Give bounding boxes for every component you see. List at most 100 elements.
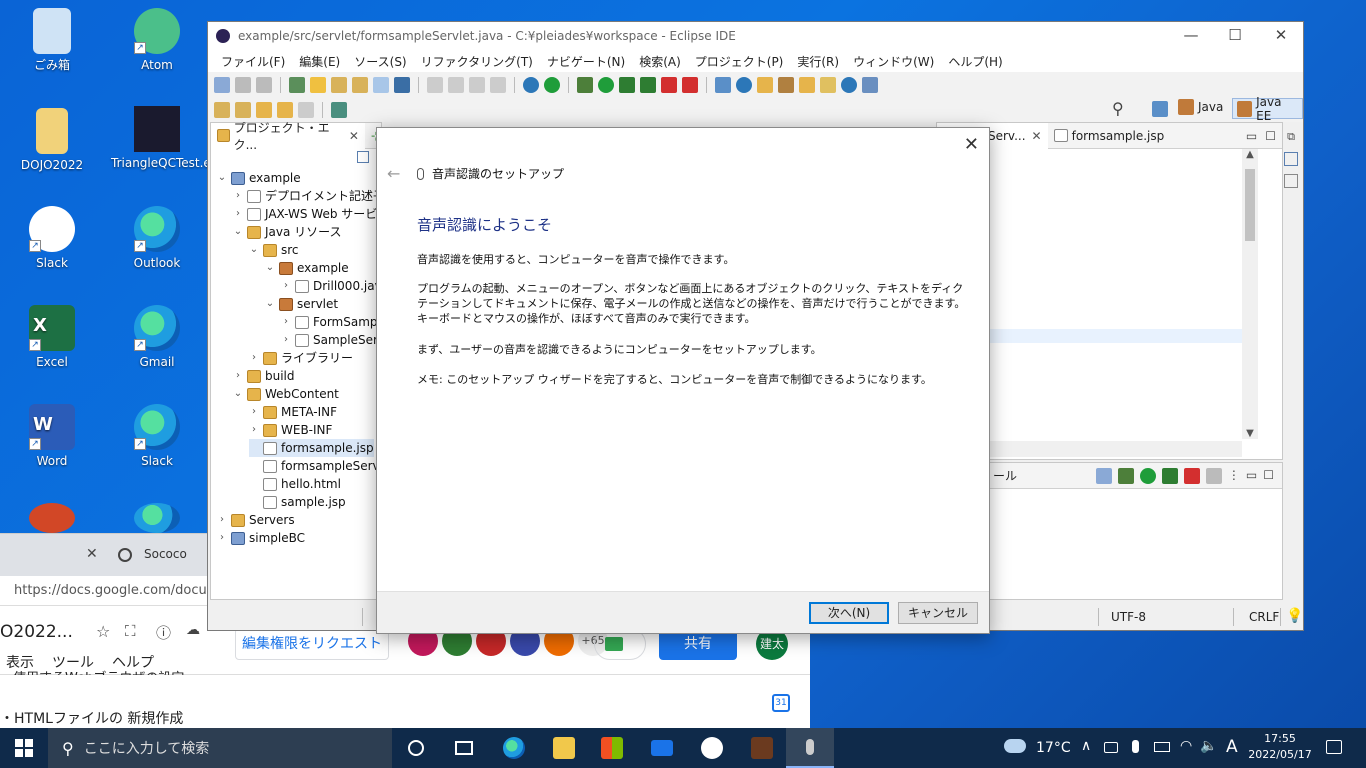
tab-formsample-jsp[interactable]: formsample.jsp <box>1048 129 1171 143</box>
maximize-view-icon[interactable]: ☐ <box>1263 468 1274 484</box>
chevron-right-icon[interactable]: › <box>217 511 227 529</box>
star-icon[interactable]: ☆ <box>96 622 110 641</box>
encoding-status[interactable]: UTF-8 <box>1111 610 1146 624</box>
package-icon[interactable] <box>778 76 794 93</box>
show-whitespace-icon[interactable] <box>373 76 389 93</box>
tree-item[interactable]: › Drill000.java <box>281 277 383 295</box>
dialog-close-icon[interactable]: ✕ <box>964 134 979 155</box>
menu-source[interactable]: ソース(S) <box>347 53 413 70</box>
desktop-icon-recycle-bin[interactable]: ごみ箱 <box>6 8 98 72</box>
tab-close-icon[interactable]: ✕ <box>349 129 359 143</box>
menu-edit[interactable]: 編集(E) <box>292 53 347 70</box>
line-ending-status[interactable]: CRLF <box>1249 610 1279 624</box>
tree-item[interactable]: › Servers <box>217 511 295 529</box>
save-icon[interactable] <box>235 76 251 93</box>
power-icon[interactable] <box>544 76 560 93</box>
menu-help[interactable]: ヘルプ(H) <box>941 53 1009 70</box>
task-list-icon[interactable] <box>1284 174 1298 188</box>
desktop-icon-dojo2022[interactable]: DOJO2022 <box>6 108 98 172</box>
servers-icon[interactable] <box>1095 467 1112 484</box>
desktop-icon-outlook[interactable]: ↗ Outlook <box>111 206 203 270</box>
microphone-icon[interactable] <box>1132 740 1139 753</box>
stop-icon[interactable] <box>1183 467 1200 484</box>
terminate-icon[interactable] <box>490 76 506 93</box>
console-icon[interactable] <box>394 76 410 93</box>
start-icon[interactable] <box>1139 467 1156 484</box>
tree-item[interactable]: ⌄ servlet <box>265 295 338 313</box>
collapse-all-icon[interactable] <box>357 151 369 163</box>
request-edit-button[interactable]: 編集権限をリクエスト <box>235 628 389 660</box>
cancel-button[interactable]: キャンセル <box>898 602 978 624</box>
forward-icon[interactable] <box>298 101 314 118</box>
taskbar-edge[interactable] <box>490 728 538 768</box>
prev-annotation-icon[interactable] <box>235 101 251 118</box>
chevron-right-icon[interactable]: › <box>249 349 259 367</box>
next-button[interactable]: 次へ(N) <box>809 602 889 624</box>
wifi-icon[interactable]: ◠ <box>1180 738 1192 754</box>
chevron-down-icon[interactable]: ⌄ <box>233 385 243 403</box>
battery-icon[interactable] <box>1154 742 1170 752</box>
tree-item[interactable]: ⌄ example <box>265 259 349 277</box>
outline-icon[interactable] <box>1284 152 1298 166</box>
tip-lightbulb-icon[interactable]: 💡 <box>1286 608 1303 624</box>
new-icon[interactable] <box>214 76 230 93</box>
skip-breakpoints-icon[interactable] <box>427 76 443 93</box>
stop-icon[interactable] <box>661 76 677 93</box>
chevron-right-icon[interactable]: › <box>281 277 291 295</box>
open-folder-icon[interactable] <box>757 76 773 93</box>
taskbar-app[interactable] <box>738 728 786 768</box>
close-button[interactable]: ✕ <box>1258 26 1304 44</box>
save-all-icon[interactable] <box>256 76 272 93</box>
tree-item[interactable]: › JAX-WS Web サービス <box>233 205 383 223</box>
desktop-icon-excel[interactable]: X ↗ Excel <box>6 305 98 369</box>
gear-icon[interactable] <box>523 76 539 93</box>
tree-item[interactable]: ⌄ example <box>217 169 301 187</box>
clock[interactable]: 17:55 2022/05/17 <box>1248 731 1312 763</box>
folder-icon[interactable] <box>799 76 815 93</box>
tree-item[interactable]: › デプロイメント記述子: 例 <box>233 187 383 205</box>
desktop-icon-edge[interactable] <box>111 503 203 537</box>
tree-item[interactable]: ⌄ WebContent <box>233 385 339 403</box>
camera-icon[interactable] <box>1104 742 1118 753</box>
taskbar-search[interactable]: ⚲ ここに入力して検索 <box>48 728 392 768</box>
perspective-javaee[interactable]: Java EE <box>1232 95 1303 123</box>
maximize-view-icon[interactable]: ☐ <box>1265 129 1276 143</box>
open-type-icon[interactable] <box>331 76 347 93</box>
tree-item[interactable]: formsampleServele <box>249 457 383 475</box>
perspective-java[interactable]: Java <box>1178 99 1223 115</box>
weather-temp[interactable]: 17°C <box>1036 740 1071 756</box>
task-view-button[interactable] <box>440 728 488 768</box>
open-perspective-icon[interactable] <box>1152 101 1168 117</box>
taskbar-explorer[interactable] <box>540 728 588 768</box>
tree-item[interactable]: ⌄ Java リソース <box>233 223 342 241</box>
new-class-icon[interactable] <box>736 76 752 93</box>
desktop-icon-powerpoint[interactable] <box>6 503 98 537</box>
minimize-view-icon[interactable]: ▭ <box>1246 129 1257 143</box>
chrome-tab-sococo[interactable]: Sococo <box>144 547 187 561</box>
open-task-icon[interactable] <box>352 76 368 93</box>
chevron-right-icon[interactable]: › <box>249 403 259 421</box>
editor-vscrollbar[interactable]: ▲ ▼ <box>1242 149 1258 439</box>
taskbar-slack[interactable] <box>688 728 736 768</box>
run-icon[interactable] <box>598 76 614 93</box>
taskbar-mail[interactable] <box>638 728 686 768</box>
back-icon[interactable] <box>277 101 293 118</box>
desktop-icon-slack-2[interactable]: ↗ Slack <box>111 404 203 468</box>
pin-editor-icon[interactable] <box>331 101 347 118</box>
tree-item[interactable]: › build <box>233 367 295 385</box>
chevron-right-icon[interactable]: › <box>281 331 291 349</box>
maximize-button[interactable]: ☐ <box>1212 26 1258 44</box>
chevron-right-icon[interactable]: › <box>233 205 243 223</box>
globe-icon[interactable] <box>841 76 857 93</box>
chevron-right-icon[interactable]: › <box>233 187 243 205</box>
scroll-up-icon[interactable]: ▲ <box>1242 149 1258 160</box>
scroll-thumb[interactable] <box>1245 169 1255 241</box>
volume-icon[interactable]: 🔈 <box>1200 738 1217 754</box>
new-server-icon[interactable] <box>715 76 731 93</box>
desktop-icon-triangleqctest[interactable]: TriangleQCTest.exe <box>111 106 225 170</box>
coverage-icon[interactable] <box>619 76 635 93</box>
debug-icon[interactable] <box>577 76 593 93</box>
view-menu-icon[interactable]: ⋮ <box>1228 468 1240 484</box>
cortana-button[interactable] <box>392 728 440 768</box>
wand-icon[interactable] <box>820 76 836 93</box>
